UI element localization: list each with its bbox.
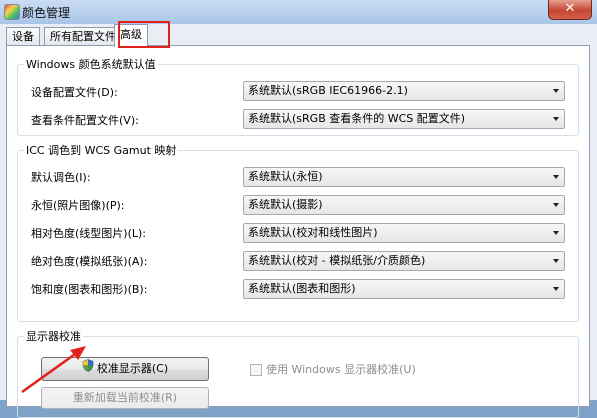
title-bar: 颜色管理 ✕ <box>0 0 597 25</box>
dialog-body: 设备 所有配置文件 高级 Windows 颜色系统默认值 设备配置文件(D): … <box>0 21 597 418</box>
perceptual-label: 永恒(照片图像)(P): <box>31 199 125 212</box>
tab-all-profiles[interactable]: 所有配置文件 <box>44 27 122 45</box>
default-rendering-select[interactable]: 系统默认(永恒) <box>243 167 565 187</box>
device-profile-select[interactable]: 系统默认(sRGB IEC61966-2.1) <box>243 81 565 101</box>
perceptual-value: 系统默认(摄影) <box>248 198 323 211</box>
chevron-down-icon <box>553 203 559 207</box>
gamut-mapping-legend: ICC 调色到 WCS Gamut 映射 <box>26 144 177 157</box>
tab-devices[interactable]: 设备 <box>6 27 40 45</box>
absolute-colorimetric-select[interactable]: 系统默认(校对 - 模拟纸张/介质颜色) <box>243 251 565 271</box>
calibrate-display-label: 校准显示器(C) <box>96 362 169 375</box>
windows-defaults-legend: Windows 颜色系统默认值 <box>26 58 156 71</box>
viewing-conditions-label: 查看条件配置文件(V): <box>31 114 139 127</box>
calibration-legend: 显示器校准 <box>26 330 81 343</box>
shield-icon <box>82 358 94 380</box>
chevron-down-icon <box>553 231 559 235</box>
reload-calibration-button[interactable]: 重新加载当前校准(R) <box>41 387 209 409</box>
saturation-value: 系统默认(图表和图形) <box>248 282 356 295</box>
chevron-down-icon <box>553 259 559 263</box>
advanced-panel: Windows 颜色系统默认值 设备配置文件(D): 系统默认(sRGB IEC… <box>6 45 590 418</box>
chevron-down-icon <box>553 89 559 93</box>
default-rendering-value: 系统默认(永恒) <box>248 170 323 183</box>
saturation-select[interactable]: 系统默认(图表和图形) <box>243 279 565 299</box>
chevron-down-icon <box>553 175 559 179</box>
viewing-conditions-select[interactable]: 系统默认(sRGB 查看条件的 WCS 配置文件) <box>243 109 565 129</box>
calibrate-display-button[interactable]: 校准显示器(C) <box>41 357 209 381</box>
viewing-conditions-value: 系统默认(sRGB 查看条件的 WCS 配置文件) <box>248 112 466 125</box>
perceptual-select[interactable]: 系统默认(摄影) <box>243 195 565 215</box>
checkbox-box[interactable] <box>250 364 262 376</box>
relative-colorimetric-select[interactable]: 系统默认(校对和线性图片) <box>243 223 565 243</box>
use-windows-calibration-label: 使用 Windows 显示器校准(U) <box>266 363 416 376</box>
chevron-down-icon <box>553 287 559 291</box>
advanced-tab-highlight <box>118 21 170 48</box>
relative-colorimetric-label: 相对色度(线型图片)(L): <box>31 227 146 240</box>
device-profile-label: 设备配置文件(D): <box>31 86 118 99</box>
device-profile-value: 系统默认(sRGB IEC61966-2.1) <box>248 84 408 97</box>
default-rendering-label: 默认调色(I): <box>31 171 91 184</box>
close-button[interactable]: ✕ <box>548 0 592 20</box>
relative-colorimetric-value: 系统默认(校对和线性图片) <box>248 226 378 239</box>
tab-strip: 设备 所有配置文件 高级 <box>6 21 586 48</box>
saturation-label: 饱和度(图表和图形)(B): <box>31 283 148 296</box>
use-windows-calibration-checkbox[interactable]: 使用 Windows 显示器校准(U) <box>250 361 416 377</box>
absolute-colorimetric-label: 绝对色度(模拟纸张)(A): <box>31 255 148 268</box>
chevron-down-icon <box>553 117 559 121</box>
color-management-icon <box>4 4 20 20</box>
absolute-colorimetric-value: 系统默认(校对 - 模拟纸张/介质颜色) <box>248 254 426 267</box>
window-title: 颜色管理 <box>22 6 71 20</box>
